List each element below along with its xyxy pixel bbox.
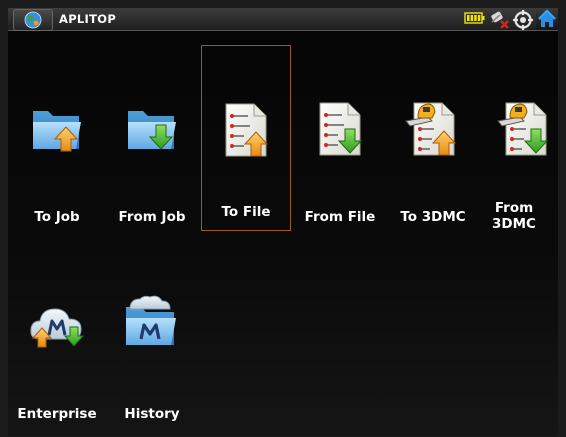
- file-import-icon: [319, 102, 363, 156]
- tile-from-job[interactable]: From Job: [108, 59, 196, 239]
- home-button[interactable]: [536, 8, 558, 30]
- tile-from-file[interactable]: From File: [295, 59, 385, 239]
- tile-label: To 3DMC: [400, 209, 466, 225]
- tile-label: To File: [221, 204, 271, 220]
- start-menu-button[interactable]: [13, 9, 53, 31]
- tile-label: From Job: [118, 209, 186, 225]
- machine-control-export-icon: [405, 102, 457, 156]
- app-window: APLITOP To Job From Job To File From Fil…: [8, 8, 558, 436]
- folder-import-icon: [128, 111, 176, 150]
- satellite-disconnected-icon: [491, 11, 509, 29]
- globe-icon: [24, 11, 42, 29]
- home-icon: [538, 9, 556, 27]
- tile-label: Enterprise: [17, 406, 97, 422]
- tile-label: From 3DMC: [492, 200, 536, 232]
- battery-icon: [464, 12, 485, 24]
- tile-to-file[interactable]: To File: [201, 45, 291, 231]
- gps-target-icon: [513, 10, 533, 30]
- enterprise-cloud-icon: [30, 308, 85, 348]
- file-export-icon: [225, 103, 269, 157]
- tile-label: From File: [304, 209, 376, 225]
- tile-label: History: [124, 406, 180, 422]
- app-title: APLITOP: [59, 12, 117, 26]
- title-bar: APLITOP: [8, 8, 558, 31]
- tile-history[interactable]: History: [108, 279, 196, 431]
- folder-export-icon: [33, 111, 81, 152]
- export-import-menu: To Job From Job To File From File To 3DM…: [8, 31, 558, 436]
- tile-enterprise[interactable]: Enterprise: [13, 279, 101, 431]
- history-folder-icon: [126, 295, 176, 345]
- tile-to-3dmc[interactable]: To 3DMC: [388, 59, 478, 239]
- tile-to-job[interactable]: To Job: [13, 59, 101, 239]
- tile-from-3dmc[interactable]: From 3DMC: [482, 59, 558, 239]
- machine-control-import-icon: [497, 102, 549, 156]
- tile-label: To Job: [34, 209, 80, 225]
